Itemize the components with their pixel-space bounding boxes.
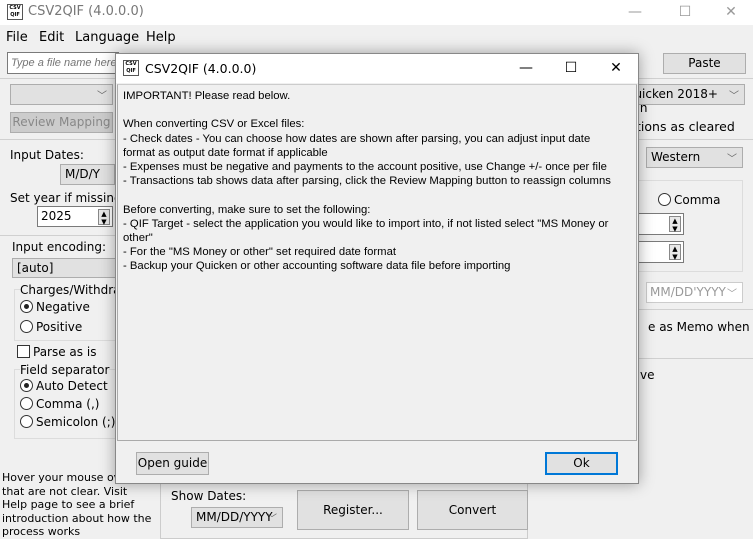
radio-icon <box>658 193 671 206</box>
dialog-maximize-button[interactable]: ☐ <box>548 56 594 81</box>
close-button[interactable]: ✕ <box>708 0 753 25</box>
encoding-value: [auto] <box>17 261 54 275</box>
open-guide-button[interactable]: Open guide <box>136 452 209 475</box>
date-format-select-disabled[interactable]: MM/DD'YYYY ﹀ <box>646 282 743 303</box>
minimize-button[interactable]: — <box>612 0 658 25</box>
ve-text: ve <box>640 368 655 382</box>
encoding-select[interactable]: [auto] <box>12 258 122 278</box>
dialog-title-bar: CSV QIF CSV2QIF (4.0.0.0) — ☐ ✕ <box>116 54 638 83</box>
year-stepper[interactable]: 2025 ▲ ▼ <box>37 206 113 227</box>
auto-detect-label: Auto Detect <box>36 379 108 393</box>
radio-checked-icon <box>20 379 33 392</box>
decimal-comma-radio[interactable]: Comma <box>658 193 720 207</box>
cleared-text: tions as cleared <box>636 119 735 134</box>
semicolon-radio[interactable]: Semicolon (;) <box>20 415 115 429</box>
decimal-comma-label: Comma <box>674 193 721 207</box>
radio-checked-icon <box>20 300 33 313</box>
window-title: CSV2QIF (4.0.0.0) <box>28 4 144 19</box>
spin-arrows-icon[interactable]: ▲ ▼ <box>98 209 110 226</box>
encoding-label: Input encoding: <box>12 240 107 254</box>
negative-radio[interactable]: Negative <box>20 300 90 314</box>
chevron-down-icon: ﹀ <box>97 91 107 102</box>
memo-text: e as Memo when <box>648 320 750 334</box>
number-format-value: Western <box>651 150 701 164</box>
dialog-minimize-button[interactable]: — <box>503 56 549 81</box>
important-dialog: CSV QIF CSV2QIF (4.0.0.0) — ☐ ✕ IMPORTAN… <box>115 53 639 484</box>
parse-as-is-label: Parse as is <box>33 345 97 359</box>
spin-arrows-icon[interactable]: ▲ ▼ <box>669 244 681 261</box>
positive-label: Positive <box>36 320 83 334</box>
file-name-input[interactable] <box>7 52 119 74</box>
chevron-down-icon: ﹀ <box>729 91 739 102</box>
checkbox-icon <box>17 345 30 358</box>
auto-detect-radio[interactable]: Auto Detect <box>20 379 108 393</box>
parse-as-is-checkbox[interactable]: Parse as is <box>17 345 96 359</box>
chevron-down-icon: ﹀ <box>727 154 737 165</box>
show-dates-select[interactable]: MM/DD/YYYY ﹀ <box>191 507 283 528</box>
positive-radio[interactable]: Positive <box>20 320 82 334</box>
input-dates-select[interactable]: M/D/Y <box>60 164 115 185</box>
semicolon-label: Semicolon (;) <box>36 415 116 429</box>
maximize-button[interactable]: ☐ <box>662 0 708 25</box>
chevron-down-icon: ﹀ <box>267 514 277 525</box>
spin-arrows-icon[interactable]: ▲ ▼ <box>669 216 681 233</box>
review-mapping-button[interactable]: Review Mapping <box>10 112 113 133</box>
input-dates-label: Input Dates: <box>10 148 84 162</box>
divider <box>620 358 753 359</box>
chevron-down-icon: ﹀ <box>727 289 737 300</box>
comma-separator-label: Comma (,) <box>36 397 100 411</box>
menu-language[interactable]: Language <box>75 30 139 45</box>
app-icon: CSV QIF <box>7 4 23 20</box>
radio-icon <box>20 397 33 410</box>
register-button[interactable]: Register... <box>297 490 409 530</box>
menu-file[interactable]: File <box>6 30 28 45</box>
radio-icon <box>20 415 33 428</box>
mapping-select[interactable]: ﹀ <box>10 84 113 105</box>
title-bar: CSV QIF CSV2QIF (4.0.0.0) — ☐ ✕ <box>0 0 753 25</box>
show-dates-label: Show Dates: <box>171 489 247 503</box>
number-format-select[interactable]: Western ﹀ <box>646 147 743 168</box>
divider <box>0 235 120 236</box>
negative-label: Negative <box>36 300 90 314</box>
dialog-message: IMPORTANT! Please read below. When conve… <box>117 84 637 441</box>
dialog-close-button[interactable]: ✕ <box>593 56 639 81</box>
divider <box>620 309 753 310</box>
menu-help[interactable]: Help <box>146 30 176 45</box>
year-value: 2025 <box>41 209 72 223</box>
paste-button[interactable]: Paste <box>663 53 746 74</box>
set-year-label: Set year if missing: <box>10 191 126 205</box>
show-dates-value: MM/DD/YYYY <box>196 510 273 524</box>
date-format-value: MM/DD'YYYY <box>650 285 726 299</box>
comma-separator-radio[interactable]: Comma (,) <box>20 397 99 411</box>
field-separator-label: Field separator <box>20 363 110 377</box>
input-dates-value: M/D/Y <box>65 167 101 181</box>
app-icon: CSV QIF <box>123 60 139 76</box>
ok-button[interactable]: Ok <box>545 452 618 475</box>
convert-button[interactable]: Convert <box>417 490 528 530</box>
dialog-title: CSV2QIF (4.0.0.0) <box>145 61 257 76</box>
menu-edit[interactable]: Edit <box>39 30 64 45</box>
radio-icon <box>20 320 33 333</box>
